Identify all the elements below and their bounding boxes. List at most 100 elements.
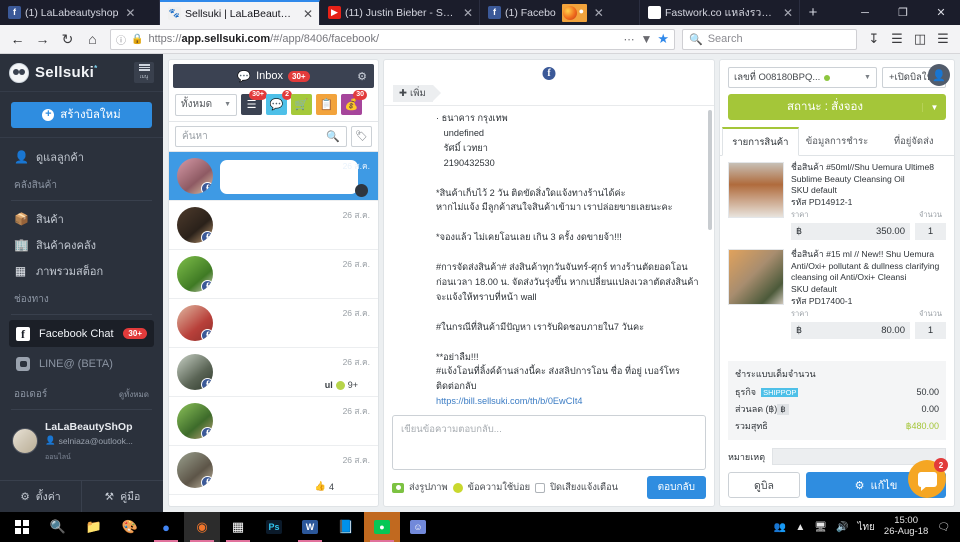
notification-icon[interactable]: 🗨 <box>937 522 950 533</box>
tab-sellsuki[interactable]: 🐾 Sellsuki | LaLaBeautyShOp ✕ <box>160 0 320 25</box>
chrome-button[interactable]: ● <box>148 512 184 542</box>
forward-button[interactable]: → <box>31 28 54 51</box>
calculator-button[interactable]: ▦ <box>220 512 256 542</box>
taskbar-search-button[interactable]: 🔍 <box>40 512 76 542</box>
gear-icon[interactable]: ⚙ <box>357 70 367 83</box>
page-actions-icon[interactable]: ⋯ <box>623 33 635 46</box>
reload-button[interactable]: ↻ <box>56 28 79 51</box>
filter-all-button[interactable]: ☰ 30+ <box>241 90 267 115</box>
chevron-down-icon[interactable]: ▼ <box>922 102 946 112</box>
table-row[interactable]: ชื่อสินค้า #50ml//Shu Uemura Ultime8 Sub… <box>728 162 946 241</box>
tab-facebook-2[interactable]: f (1) Facebo ● ✕ <box>480 0 640 25</box>
add-tag-button[interactable]: ✚ เพิ่ม <box>393 85 441 102</box>
list-item[interactable]: f 26 ส.ค. <box>169 299 378 348</box>
close-icon[interactable]: ✕ <box>783 6 793 20</box>
camera-icon[interactable] <box>392 482 404 493</box>
scrollbar-thumb[interactable] <box>708 110 712 230</box>
inbox-filter-select[interactable]: ทั้งหมด ▼ <box>175 93 237 116</box>
sidebar-item-products[interactable]: 📦 สินค้า <box>0 206 163 232</box>
message-scroll-area[interactable]: · ธนาคาร กรุงเทพ undefined รัศมิ์ เวทยา … <box>384 106 714 409</box>
maximize-button[interactable]: ❐ <box>884 0 922 25</box>
quick-reply-label[interactable]: ข้อความใช้บ่อย <box>468 480 531 495</box>
send-image-label[interactable]: ส่งรูปภาพ <box>409 480 448 495</box>
download-icon[interactable]: ↧ <box>863 31 885 47</box>
tab-product-list[interactable]: รายการสินค้า <box>722 127 799 156</box>
back-button[interactable]: ← <box>6 28 29 51</box>
list-item[interactable]: f 26 ส.ค. <box>169 152 378 201</box>
discord-button[interactable]: ☺ <box>400 512 436 542</box>
address-bar[interactable]: ⓘ 🔒 https://app.sellsuki.com/#/app/8406/… <box>110 28 675 50</box>
list-item[interactable]: f 26 ส.ค. 👍 4 <box>169 446 378 495</box>
pocket-icon[interactable]: ▼ <box>640 32 652 46</box>
product-price-input[interactable]: ฿ 80.00 <box>791 321 910 339</box>
sidebar-item-inventory[interactable]: 🏢 สินค้าคงคลัง <box>0 232 163 258</box>
order-status-select[interactable]: สถานะ : สั่งจอง ▼ <box>728 94 946 120</box>
sidebar-manual-button[interactable]: ⚒ คู่มือ <box>81 481 163 512</box>
sidebar-settings-button[interactable]: ⚙ ตั้งค่า <box>0 481 81 512</box>
new-tab-button[interactable]: + <box>800 0 826 25</box>
line-button[interactable]: ● <box>364 512 400 542</box>
filter-order-button[interactable]: 📋 <box>316 94 337 115</box>
reply-button[interactable]: ตอบกลับ <box>646 476 706 499</box>
volume-icon[interactable]: 🔊 <box>836 522 848 533</box>
tab-shipping-address[interactable]: ที่อยู่จัดส่ง <box>875 127 952 155</box>
file-explorer-button[interactable]: 📁 <box>76 512 112 542</box>
mute-checkbox[interactable] <box>535 482 546 493</box>
close-window-button[interactable]: ✕ <box>922 0 960 25</box>
tab-payment-info[interactable]: ข้อมูลการชำระ <box>799 127 876 155</box>
tab-fastwork[interactable]: △ Fastwork.co แหล่งรวมฟรีแลนซ์คุ ✕ <box>640 0 800 25</box>
onenote-button[interactable]: 📘 <box>328 512 364 542</box>
mute-label[interactable]: ปิดเสียงแจ้งเตือน <box>550 480 618 495</box>
language-icon[interactable]: ไทย <box>857 520 874 535</box>
bookmark-star-icon[interactable]: ★ <box>657 31 669 47</box>
info-icon[interactable]: ⓘ <box>116 32 126 47</box>
sidebar-item-facebook-chat[interactable]: f Facebook Chat 30+ <box>9 320 154 347</box>
close-icon[interactable]: ✕ <box>594 6 604 20</box>
filter-payment-button[interactable]: 💰 30 <box>341 90 367 115</box>
tab-youtube[interactable]: ▶ (11) Justin Bieber - Somebody ✕ <box>320 0 480 25</box>
sidebar-item-customer-care[interactable]: 👤 ดูแลลูกค้า <box>0 144 163 170</box>
orders-view-all-link[interactable]: ดูทั้งหมด <box>119 388 149 401</box>
support-chat-button[interactable]: 2 <box>908 458 948 498</box>
list-item[interactable]: f 26 ส.ค. <box>169 201 378 250</box>
list-item[interactable]: f 26 ส.ค. ul 9+ <box>169 348 378 397</box>
close-icon[interactable]: ✕ <box>303 7 313 21</box>
search-input[interactable]: 🔍 Search <box>682 28 857 50</box>
paint-button[interactable]: 🎨 <box>112 512 148 542</box>
minimize-button[interactable]: ─ <box>846 0 884 25</box>
chevron-up-icon[interactable]: ▲ <box>795 522 805 533</box>
network-icon[interactable]: 🖥 <box>814 522 827 533</box>
close-icon[interactable]: ✕ <box>463 6 473 20</box>
list-item[interactable]: f 26 ส.ค. <box>169 250 378 299</box>
photoshop-button[interactable]: Ps <box>256 512 292 542</box>
firefox-button[interactable]: ◉ <box>184 512 220 542</box>
create-new-bill-button[interactable]: + สร้างบิลใหม่ <box>11 102 152 128</box>
library-icon[interactable]: ☰ <box>886 31 908 47</box>
tag-filter-button[interactable]: 🏷 <box>351 126 372 147</box>
table-row[interactable]: ชื่อสินค้า #15 ml // New!! Shu Uemura An… <box>728 249 946 339</box>
product-qty-input[interactable]: 1 <box>915 321 946 339</box>
filter-cart-button[interactable]: 🛒 <box>291 94 312 115</box>
account-row[interactable]: LaLaBeautyShOp 👤 selniaza@outlook... ออน… <box>0 415 163 464</box>
close-icon[interactable]: ✕ <box>125 6 135 20</box>
product-price-input[interactable]: ฿ 350.00 <box>791 223 910 241</box>
people-icon[interactable]: 👥 <box>774 522 786 533</box>
reply-input[interactable]: เขียนข้อความตอบกลับ... <box>392 415 706 470</box>
clock[interactable]: 15:00 26-Aug-18 <box>884 515 928 538</box>
list-item[interactable]: f 26 ส.ค. <box>169 397 378 446</box>
sidebar-item-stock-overview[interactable]: ▦ ภาพรวมสต็อก <box>0 258 163 284</box>
menu-icon[interactable]: ☰ <box>932 31 954 47</box>
filter-chat-button[interactable]: 💬 2 <box>266 90 292 115</box>
conversation-list[interactable]: f 26 ส.ค. f 26 ส.ค. f 26 ส.ค. f 26 ส.ค. … <box>169 152 378 506</box>
sidebar-item-line[interactable]: LINE@ (BETA) <box>9 350 154 377</box>
start-button[interactable] <box>4 512 40 542</box>
tab-lalabeautyshop[interactable]: f (1) LaLabeautyshop ✕ <box>0 0 160 25</box>
word-button[interactable]: W <box>292 512 328 542</box>
product-qty-input[interactable]: 1 <box>915 223 946 241</box>
view-bill-button[interactable]: ดูบิล <box>728 472 800 498</box>
home-button[interactable]: ⌂ <box>81 28 104 51</box>
bill-select[interactable]: เลขที่ O08180BPQ... ▼ <box>728 67 877 88</box>
quick-reply-icon[interactable] <box>452 482 463 493</box>
message-link[interactable]: https://bill.sellsuki.com/th/b/0EwCIt4 <box>436 394 714 409</box>
help-icon[interactable]: 👤 <box>928 64 950 86</box>
